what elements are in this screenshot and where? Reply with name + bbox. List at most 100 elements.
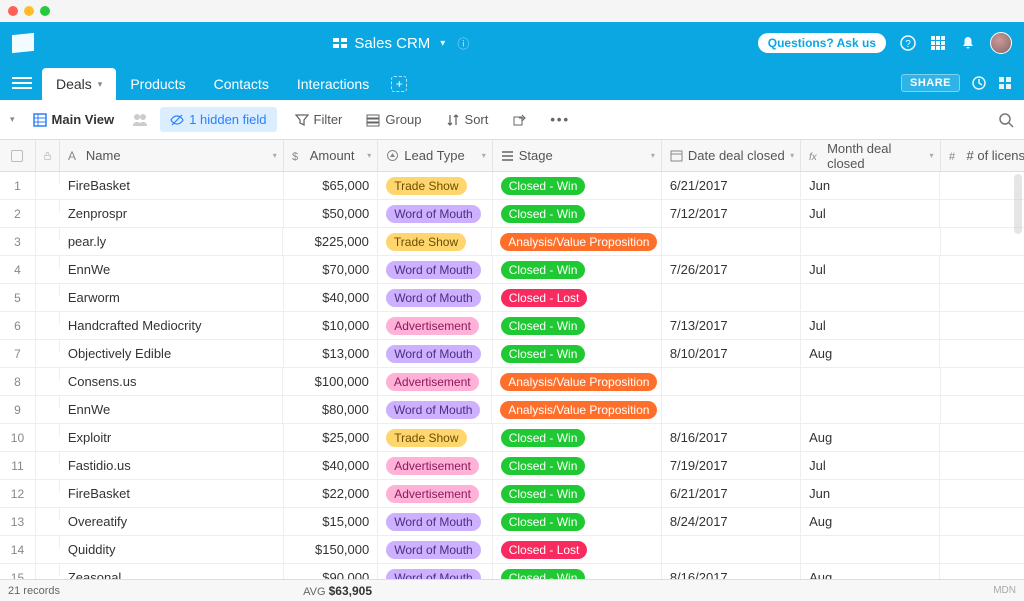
cell-date[interactable] bbox=[662, 228, 801, 255]
cell-amount[interactable]: $13,000 bbox=[284, 340, 379, 367]
cell-name[interactable]: pear.ly bbox=[60, 228, 284, 255]
cell-lead-type[interactable]: Advertisement bbox=[378, 480, 492, 507]
group-button[interactable]: Group bbox=[360, 108, 427, 131]
cell-lead-type[interactable]: Word of Mouth bbox=[378, 396, 492, 423]
app-logo-icon[interactable] bbox=[12, 33, 34, 53]
cell-stage[interactable]: Closed - Win bbox=[493, 256, 662, 283]
cell-name[interactable]: Fastidio.us bbox=[60, 452, 284, 479]
cell-lead-type[interactable]: Word of Mouth bbox=[378, 564, 492, 579]
cell-date[interactable] bbox=[662, 368, 801, 395]
cell-amount[interactable]: $25,000 bbox=[284, 424, 379, 451]
cell-amount[interactable]: $22,000 bbox=[284, 480, 379, 507]
apps-icon[interactable] bbox=[930, 35, 946, 51]
cell-lead-type[interactable]: Word of Mouth bbox=[378, 200, 492, 227]
ask-us-button[interactable]: Questions? Ask us bbox=[758, 33, 886, 53]
cell-date[interactable] bbox=[662, 284, 801, 311]
cell-licenses[interactable] bbox=[940, 172, 1024, 199]
cell-lead-type[interactable]: Word of Mouth bbox=[378, 256, 492, 283]
cell-date[interactable]: 7/26/2017 bbox=[662, 256, 801, 283]
select-all-header[interactable] bbox=[0, 140, 36, 171]
cell-month[interactable] bbox=[801, 368, 940, 395]
column-name[interactable]: AName▾ bbox=[60, 140, 284, 171]
cell-amount[interactable]: $70,000 bbox=[284, 256, 379, 283]
cell-licenses[interactable] bbox=[940, 424, 1024, 451]
cell-date[interactable]: 8/24/2017 bbox=[662, 508, 801, 535]
grid[interactable]: AName▾ $Amount▾ Lead Type▾ Stage▾ Date d… bbox=[0, 140, 1024, 579]
cell-lead-type[interactable]: Word of Mouth bbox=[378, 508, 492, 535]
column-month-closed[interactable]: fxMonth deal closed▾ bbox=[801, 140, 940, 171]
table-row[interactable]: 11Fastidio.us$40,000AdvertisementClosed … bbox=[0, 452, 1024, 480]
collaborators-icon[interactable] bbox=[132, 113, 148, 127]
table-row[interactable]: 2Zenprospr$50,000Word of MouthClosed - W… bbox=[0, 200, 1024, 228]
cell-licenses[interactable] bbox=[940, 536, 1024, 563]
close-icon[interactable] bbox=[8, 6, 18, 16]
cell-date[interactable]: 8/16/2017 bbox=[662, 424, 801, 451]
table-row[interactable]: 10Exploitr$25,000Trade ShowClosed - Win8… bbox=[0, 424, 1024, 452]
share-view-button[interactable] bbox=[506, 109, 532, 131]
cell-month[interactable]: Aug bbox=[801, 508, 940, 535]
cell-date[interactable]: 6/21/2017 bbox=[662, 172, 801, 199]
column-licenses[interactable]: ## of licens bbox=[941, 140, 1024, 171]
bell-icon[interactable] bbox=[960, 35, 976, 51]
cell-licenses[interactable] bbox=[940, 256, 1024, 283]
column-date-closed[interactable]: Date deal closed▾ bbox=[662, 140, 801, 171]
cell-name[interactable]: EnnWe bbox=[60, 396, 284, 423]
cell-stage[interactable]: Closed - Win bbox=[493, 312, 662, 339]
table-row[interactable]: 15Zeasonal$90,000Word of MouthClosed - W… bbox=[0, 564, 1024, 579]
cell-licenses[interactable] bbox=[940, 200, 1024, 227]
cell-lead-type[interactable]: Trade Show bbox=[378, 172, 492, 199]
cell-month[interactable] bbox=[801, 228, 940, 255]
cell-lead-type[interactable]: Trade Show bbox=[378, 424, 492, 451]
minimize-icon[interactable] bbox=[24, 6, 34, 16]
cell-stage[interactable]: Closed - Win bbox=[493, 172, 662, 199]
maximize-icon[interactable] bbox=[40, 6, 50, 16]
cell-amount[interactable]: $90,000 bbox=[284, 564, 379, 579]
cell-date[interactable]: 7/19/2017 bbox=[662, 452, 801, 479]
cell-date[interactable]: 7/13/2017 bbox=[662, 312, 801, 339]
cell-amount[interactable]: $225,000 bbox=[283, 228, 377, 255]
cell-name[interactable]: Exploitr bbox=[60, 424, 284, 451]
menu-icon[interactable] bbox=[12, 76, 32, 90]
cell-licenses[interactable] bbox=[940, 564, 1024, 579]
cell-month[interactable]: Jul bbox=[801, 452, 940, 479]
cell-amount[interactable]: $100,000 bbox=[283, 368, 377, 395]
more-button[interactable]: ••• bbox=[544, 108, 576, 131]
cell-name[interactable]: Objectively Edible bbox=[60, 340, 284, 367]
cell-stage[interactable]: Analysis/Value Proposition bbox=[492, 228, 662, 255]
cell-month[interactable]: Jul bbox=[801, 256, 940, 283]
cell-date[interactable] bbox=[662, 396, 801, 423]
cell-name[interactable]: Overeatify bbox=[60, 508, 284, 535]
table-row[interactable]: 13Overeatify$15,000Word of MouthClosed -… bbox=[0, 508, 1024, 536]
cell-stage[interactable]: Closed - Lost bbox=[493, 284, 662, 311]
cell-lead-type[interactable]: Word of Mouth bbox=[378, 284, 492, 311]
share-button[interactable]: SHARE bbox=[901, 74, 960, 92]
table-row[interactable]: 12FireBasket$22,000AdvertisementClosed -… bbox=[0, 480, 1024, 508]
cell-lead-type[interactable]: Advertisement bbox=[378, 452, 492, 479]
table-row[interactable]: 6Handcrafted Mediocrity$10,000Advertisem… bbox=[0, 312, 1024, 340]
column-stage[interactable]: Stage▾ bbox=[493, 140, 662, 171]
history-icon[interactable] bbox=[972, 76, 986, 90]
cell-date[interactable]: 6/21/2017 bbox=[662, 480, 801, 507]
cell-name[interactable]: Quiddity bbox=[60, 536, 284, 563]
cell-lead-type[interactable]: Word of Mouth bbox=[378, 340, 492, 367]
cell-licenses[interactable] bbox=[940, 340, 1024, 367]
cell-name[interactable]: Earworm bbox=[60, 284, 284, 311]
cell-licenses[interactable] bbox=[941, 228, 1024, 255]
cell-stage[interactable]: Analysis/Value Proposition bbox=[492, 368, 662, 395]
cell-lead-type[interactable]: Advertisement bbox=[378, 368, 492, 395]
cell-month[interactable]: Jun bbox=[801, 172, 940, 199]
cell-amount[interactable]: $65,000 bbox=[284, 172, 379, 199]
cell-month[interactable]: Aug bbox=[801, 424, 940, 451]
cell-name[interactable]: FireBasket bbox=[60, 480, 284, 507]
checkbox-icon[interactable] bbox=[11, 150, 23, 162]
cell-licenses[interactable] bbox=[940, 508, 1024, 535]
tab-products[interactable]: Products bbox=[116, 68, 199, 100]
cell-lead-type[interactable]: Trade Show bbox=[378, 228, 492, 255]
avatar[interactable] bbox=[990, 32, 1012, 54]
cell-date[interactable] bbox=[662, 536, 801, 563]
cell-licenses[interactable] bbox=[940, 284, 1024, 311]
cell-licenses[interactable] bbox=[940, 480, 1024, 507]
hidden-fields-button[interactable]: 1 hidden field bbox=[160, 107, 276, 132]
cell-amount[interactable]: $10,000 bbox=[284, 312, 379, 339]
table-row[interactable]: 8Consens.us$100,000AdvertisementAnalysis… bbox=[0, 368, 1024, 396]
